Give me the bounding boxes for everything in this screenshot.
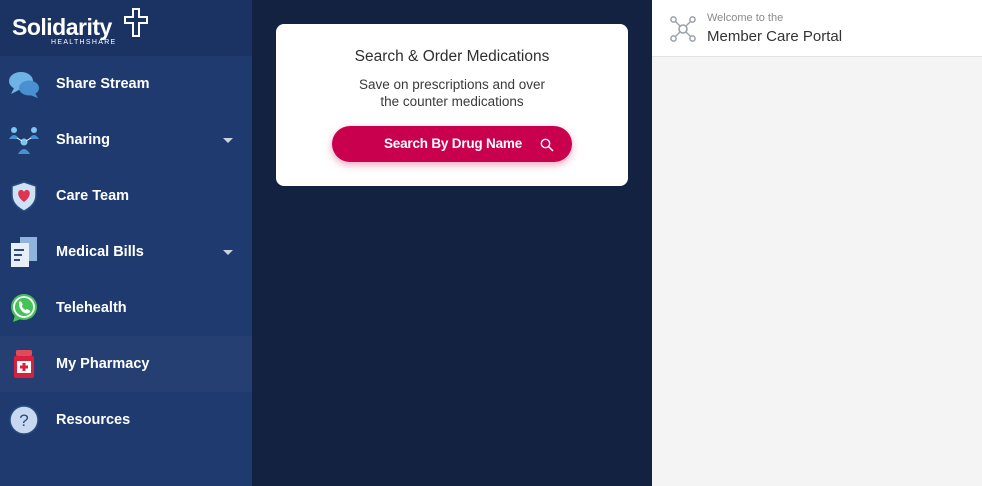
documents-icon: [11, 237, 37, 267]
heart-shield-icon: [11, 181, 37, 212]
pill-bottle-icon: [14, 350, 34, 378]
sidebar-item-label: Sharing: [56, 132, 110, 148]
svg-text:?: ?: [19, 411, 28, 430]
sidebar-item-share-stream[interactable]: Share Stream: [0, 56, 252, 112]
sidebar-item-sharing[interactable]: Sharing: [0, 112, 252, 168]
portal-title: Member Care Portal: [707, 28, 843, 45]
people-network-icon: [9, 127, 39, 154]
sidebar-item-label: Telehealth: [56, 300, 127, 316]
portal-header: Welcome to the Member Care Portal: [652, 0, 982, 57]
sidebar-item-my-pharmacy[interactable]: My Pharmacy: [0, 336, 252, 392]
brand-logo[interactable]: Solidarity HEALTHSHARE: [0, 0, 252, 56]
search-button-label: Search By Drug Name: [384, 136, 523, 151]
sidebar-item-label: Resources: [56, 412, 131, 428]
question-icon: ?: [9, 405, 39, 435]
sidebar-item-resources[interactable]: ? Resources: [0, 392, 252, 448]
medication-search-card: Search & Order Medications Save on presc…: [276, 24, 628, 186]
chat-bubbles-icon: [9, 72, 39, 98]
sidebar: Solidarity HEALTHSHARE Share Stream Shar…: [0, 0, 252, 486]
sidebar-item-label: Share Stream: [56, 76, 150, 92]
sidebar-item-medical-bills[interactable]: Medical Bills: [0, 224, 252, 280]
sidebar-item-label: Care Team: [56, 188, 130, 204]
phone-chat-icon: [11, 294, 37, 322]
search-icon: [540, 138, 554, 152]
chevron-down-icon[interactable]: [223, 138, 233, 143]
sidebar-item-label: Medical Bills: [56, 244, 144, 260]
sidebar-item-telehealth[interactable]: Telehealth: [0, 280, 252, 336]
welcome-text: Welcome to the: [707, 12, 784, 24]
right-panel: Welcome to the Member Care Portal: [652, 0, 982, 486]
card-title: Search & Order Medications: [354, 48, 550, 65]
sidebar-item-care-team[interactable]: Care Team: [0, 168, 252, 224]
sidebar-item-label: My Pharmacy: [56, 356, 150, 372]
brand-subtitle: HEALTHSHARE: [51, 39, 117, 46]
card-description: Save on prescriptions and over the count…: [358, 77, 546, 109]
brand-name: Solidarity: [12, 14, 112, 40]
chevron-down-icon[interactable]: [223, 250, 233, 255]
cross-icon: [124, 8, 148, 37]
search-by-drug-name-button[interactable]: Search By Drug Name: [332, 126, 572, 162]
network-icon: [670, 16, 696, 42]
